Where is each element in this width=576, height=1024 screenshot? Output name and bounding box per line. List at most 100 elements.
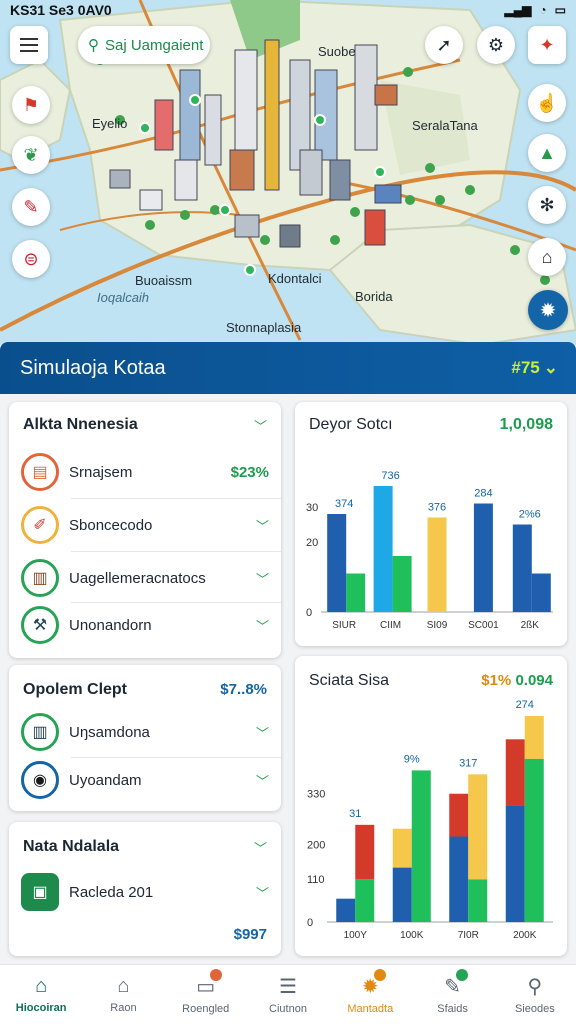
map-label: SeralaTana bbox=[412, 118, 478, 133]
nav-item-roengled[interactable]: ▭ Roengled bbox=[165, 965, 247, 1024]
chart-bar-segment bbox=[355, 824, 375, 880]
chart-bar bbox=[327, 514, 347, 612]
lock-icon: ⌂ bbox=[541, 246, 553, 267]
nav-item-mantadta[interactable]: ✹ Mantadta bbox=[329, 965, 411, 1024]
list-icon: ☰ bbox=[279, 976, 297, 998]
nav-item-ciutnon[interactable]: ☰ Ciutnon bbox=[247, 965, 329, 1024]
list-item[interactable]: ✐ Sboncecodo ﹀ bbox=[21, 501, 269, 549]
list-item[interactable]: ▣ Racleda 201 ﹀ bbox=[21, 868, 269, 916]
list-item[interactable]: ▥ Uagellemeracnatocs ﹀ bbox=[21, 554, 269, 602]
chart-bar-segment bbox=[524, 716, 544, 759]
map-tool-pin[interactable]: ⚑ bbox=[12, 86, 50, 124]
document-icon: ▤ bbox=[21, 453, 59, 491]
data-label: 317 bbox=[459, 757, 477, 769]
map-tool-leaf[interactable]: ❦ bbox=[12, 136, 50, 174]
list-item[interactable]: ⚒ Unonandorn ﹀ bbox=[21, 601, 269, 649]
chevron-down-icon: ⌄ bbox=[543, 358, 558, 377]
chart-bar bbox=[473, 503, 493, 612]
edit-icon: ✎ bbox=[444, 969, 468, 999]
chevron-down-icon: ﹀ bbox=[255, 571, 269, 587]
card-value: $997 bbox=[233, 926, 267, 943]
chevron-down-icon: ﹀ bbox=[255, 773, 269, 789]
chart-card-sciata: Sciata Sisa $1% 0.094 330 200 110 0 31 100Y 9%… bbox=[295, 656, 567, 956]
chart-bar bbox=[512, 524, 532, 612]
data-label: 284 bbox=[474, 488, 492, 500]
simulation-header[interactable]: Simulaoja Kotaa #75 ⌄ bbox=[0, 342, 576, 394]
status-bar: KS31 Se3 0AV0 ▂▄▆ ◔ ▭ bbox=[0, 0, 576, 20]
layers-icon: ✦ bbox=[539, 34, 555, 55]
chart-bar bbox=[427, 517, 447, 612]
map-label: Eyelio bbox=[92, 116, 128, 131]
chart-bar-segment bbox=[505, 739, 525, 806]
nav-item-raon[interactable]: ⌂ Raon bbox=[82, 965, 164, 1024]
home-icon: ⌂ bbox=[35, 975, 48, 997]
chart-bar-segment bbox=[392, 867, 412, 922]
chart-bar-segment bbox=[449, 793, 469, 837]
cog-icon: ⚙ bbox=[487, 34, 505, 55]
card-title: Opolem Clept bbox=[23, 681, 128, 698]
chart-bar bbox=[392, 556, 412, 612]
card-value: $7..8% bbox=[220, 681, 267, 698]
y-tick-label: 200 bbox=[307, 839, 325, 851]
data-label: 374 bbox=[335, 498, 353, 510]
data-label: 2%6 bbox=[519, 509, 541, 521]
card-nata: Nata Ndalala ﹀ ▣ Racleda 201 ﹀ $997 bbox=[9, 822, 281, 956]
x-tick-label: 7I0R bbox=[458, 930, 479, 941]
chart-bar bbox=[531, 573, 551, 612]
map-tool-tag[interactable]: ✎ bbox=[12, 188, 50, 226]
building-icon: ⌂ bbox=[117, 975, 130, 997]
route-button[interactable]: ➚ bbox=[425, 26, 463, 64]
nav-item-sfaids[interactable]: ✎ Sfaids bbox=[411, 965, 493, 1024]
card-opolem: Opolem Clept $7..8% ▥ Uŋsamdona ﹀ ◉ Uyoa… bbox=[9, 665, 281, 811]
map-settings-fab[interactable]: ✹ bbox=[528, 290, 568, 330]
y-tick-label: 30 bbox=[306, 502, 318, 514]
chevron-down-icon: ﹀ bbox=[255, 618, 269, 634]
map-tool-terrain[interactable]: ▲ bbox=[528, 134, 566, 172]
settings-button[interactable]: ⚙ bbox=[477, 26, 515, 64]
chevron-down-icon[interactable]: ﹀ bbox=[254, 416, 267, 435]
page-title: Simulaoja Kotaa bbox=[20, 356, 166, 379]
x-tick-label: CIIM bbox=[380, 620, 401, 631]
list-item[interactable]: ▥ Uŋsamdona ﹀ bbox=[21, 708, 269, 756]
header-value[interactable]: #75 ⌄ bbox=[511, 358, 558, 378]
map-label: Suobe bbox=[318, 44, 356, 59]
map-tool-transit[interactable]: ⊜ bbox=[12, 240, 50, 278]
data-label: 274 bbox=[516, 699, 534, 711]
data-label: 376 bbox=[428, 502, 446, 514]
y-tick-label: 0 bbox=[307, 917, 313, 929]
hand-icon: ☝ bbox=[535, 92, 559, 113]
wifi-icon: ◔ bbox=[539, 3, 547, 17]
transit-icon: ⊜ bbox=[23, 248, 39, 269]
location-search-label: Saj Uamgaient bbox=[105, 36, 204, 54]
nav-item-sieodes[interactable]: ⚲ Sieodes bbox=[494, 965, 576, 1024]
chart-card-deyor: Deyor Sotcı 1,0,098 30 20 0 374 SIUR 736 CIIM 3… bbox=[295, 402, 567, 646]
data-label: 736 bbox=[381, 470, 399, 482]
chart-bar-segment bbox=[392, 828, 412, 868]
x-tick-label: 100K bbox=[400, 930, 424, 941]
terrain-icon: ▲ bbox=[538, 142, 556, 163]
menu-button[interactable] bbox=[10, 26, 48, 64]
list-item[interactable]: ▤ Srnajsem $23% bbox=[21, 448, 269, 496]
map-tool-puzzle[interactable]: ✻ bbox=[528, 186, 566, 224]
chart-bar-segment bbox=[411, 770, 431, 922]
nav-item-home[interactable]: ⌂ Hiocoiran bbox=[0, 965, 82, 1024]
x-tick-label: SI09 bbox=[427, 620, 448, 631]
chevron-down-icon[interactable]: ﹀ bbox=[254, 838, 267, 857]
map-label: Ioqalcaih bbox=[97, 290, 150, 305]
map-tool-lock[interactable]: ⌂ bbox=[528, 238, 566, 276]
chevron-down-icon: ﹀ bbox=[255, 518, 269, 534]
gear-icon: ✹ bbox=[539, 299, 557, 322]
layers-button[interactable]: ✦ bbox=[528, 26, 566, 64]
chart-bar-segment bbox=[468, 774, 488, 880]
tools-icon: ⚒ bbox=[21, 606, 59, 644]
location-search-button[interactable]: ⚲ Saj Uamgaient bbox=[78, 26, 210, 64]
map-tool-hand[interactable]: ☝ bbox=[528, 84, 566, 122]
list-item[interactable]: ◉ Uyoandam ﹀ bbox=[21, 756, 269, 804]
city-map[interactable]: KS31 Se3 0AV0 ▂▄▆ ◔ ▭ ⚲ Saj Uamgaient ➚ … bbox=[0, 0, 576, 345]
chart-bar bbox=[346, 573, 366, 612]
data-label: 31 bbox=[349, 808, 361, 820]
stacked-bar-chart: 330 200 110 0 31 100Y 9% 100K 317 7I0R 274 200K bbox=[307, 699, 553, 941]
status-time: KS31 Se3 0AV0 bbox=[10, 2, 112, 18]
search-icon: ⚲ bbox=[527, 976, 543, 998]
map-label: Stonnaplasia bbox=[226, 320, 302, 335]
